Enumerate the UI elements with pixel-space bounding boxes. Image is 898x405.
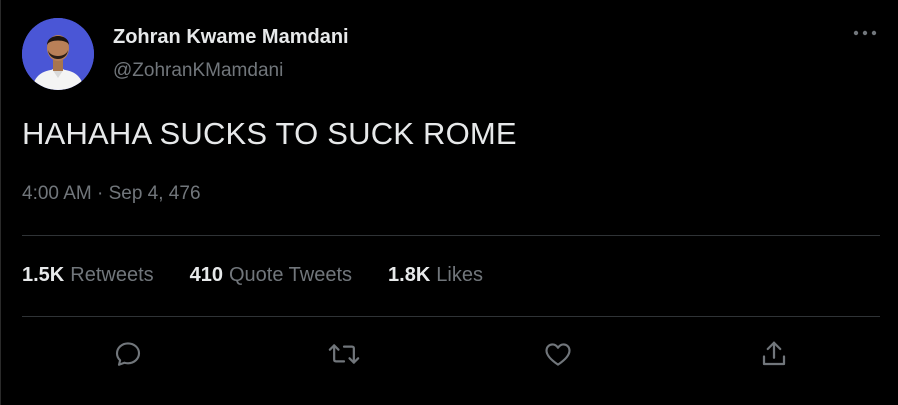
quote-tweets-count: 410 xyxy=(189,264,223,286)
retweets-stat[interactable]: 1.5K Retweets xyxy=(22,264,154,287)
user-handle[interactable]: @ZohranKMamdani xyxy=(113,60,283,82)
divider xyxy=(22,316,880,317)
tweet-text: HAHAHA SUCKS TO SUCK ROME xyxy=(22,116,517,151)
tweet-stats: 1.5K Retweets 410 Quote Tweets 1.8K Likes xyxy=(22,264,483,287)
retweets-label: Retweets xyxy=(70,264,154,286)
like-button[interactable] xyxy=(541,337,575,371)
avatar[interactable] xyxy=(22,18,94,90)
likes-count: 1.8K xyxy=(388,264,431,286)
tweet-card: Zohran Kwame Mamdani @ZohranKMamdani HAH… xyxy=(0,0,898,405)
quote-tweets-stat[interactable]: 410 Quote Tweets xyxy=(190,264,352,287)
reply-button[interactable] xyxy=(111,337,145,371)
reply-icon xyxy=(115,342,141,366)
share-button[interactable] xyxy=(757,337,791,371)
divider xyxy=(22,235,880,236)
likes-stat[interactable]: 1.8K Likes xyxy=(388,264,483,287)
retweets-count: 1.5K xyxy=(22,264,65,286)
heart-icon xyxy=(545,343,571,366)
likes-label: Likes xyxy=(436,264,483,286)
quote-tweets-label: Quote Tweets xyxy=(229,264,353,286)
avatar-image xyxy=(22,18,94,90)
more-horizontal-icon[interactable] xyxy=(850,22,880,44)
tweet-actions xyxy=(1,337,898,371)
tweet-timestamp[interactable]: 4:00 AM · Sep 4, 476 xyxy=(22,183,201,205)
retweet-button[interactable] xyxy=(327,337,361,371)
retweet-icon xyxy=(328,344,360,364)
share-icon xyxy=(762,341,786,366)
display-name[interactable]: Zohran Kwame Mamdani xyxy=(113,26,349,49)
